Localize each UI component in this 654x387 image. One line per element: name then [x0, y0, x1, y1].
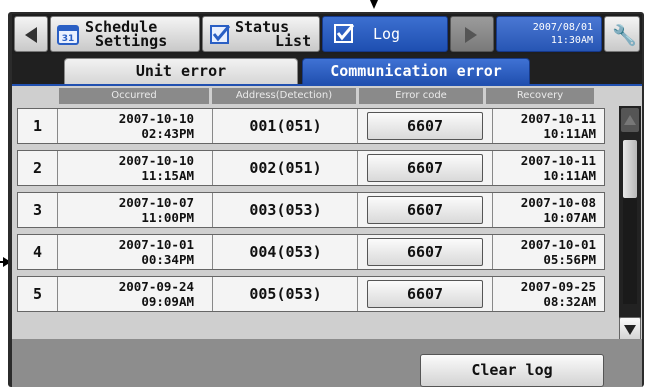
wrench-icon: 🔧 [612, 23, 637, 47]
log-label: Log [373, 25, 401, 43]
recovery-cell: 2007-10-01 05:56PM [520, 237, 596, 267]
row-number: 1 [18, 109, 58, 143]
scroll-up-button[interactable] [621, 108, 639, 132]
status-label-line2: List [275, 32, 312, 50]
error-code-button[interactable]: 6607 [367, 196, 483, 224]
up-arrow-icon [624, 115, 636, 125]
table-row: 3 2007-10-07 11:00PM 003(053) 6607 2007-1… [17, 192, 605, 228]
occurred-cell: 2007-09-24 09:09AM [59, 277, 213, 311]
error-code-button[interactable]: 6607 [367, 280, 483, 308]
schedule-settings-button[interactable]: 31 Schedule Settings [50, 16, 200, 52]
pointer-arrow-top [370, 0, 378, 9]
row-number: 2 [18, 151, 58, 185]
header-occurred: Occurred [59, 88, 209, 104]
maintenance-button[interactable]: 🔧 [604, 16, 640, 52]
recovery-cell: 2007-10-08 10:07AM [520, 195, 596, 225]
forward-button[interactable] [450, 16, 494, 52]
time-text: 11:30AM [550, 35, 593, 46]
date-time-display: 2007/08/01 11:30AM [496, 16, 602, 52]
row-number: 4 [18, 235, 58, 269]
checklist-icon [210, 25, 231, 44]
scroll-thumb[interactable] [623, 140, 637, 198]
address-cell: 004(053) [214, 235, 358, 269]
row-number: 3 [18, 193, 58, 227]
error-code-cell: 6607 [359, 193, 493, 227]
error-code-cell: 6607 [359, 151, 493, 185]
schedule-label-line2: Settings [95, 32, 168, 50]
table-row: 4 2007-10-01 00:34PM 004(053) 6607 2007-1… [17, 234, 605, 270]
error-code-button[interactable]: 6607 [367, 112, 483, 140]
log-button[interactable]: Log [322, 16, 448, 52]
scrollbar[interactable] [619, 106, 641, 343]
header-error-code: Error code [359, 88, 483, 104]
log-icon [334, 24, 355, 43]
error-code-cell: 6607 [359, 277, 493, 311]
occurred-cell: 2007-10-07 11:00PM [59, 193, 213, 227]
tab-communication-error[interactable]: Communication error [302, 58, 530, 84]
recovery-cell: 2007-10-11 10:11AM [520, 153, 596, 183]
table-row: 2 2007-10-10 11:15AM 002(051) 6607 2007-1… [17, 150, 605, 186]
error-code-button[interactable]: 6607 [367, 154, 483, 182]
error-code-cell: 6607 [359, 109, 493, 143]
down-arrow-icon [624, 325, 636, 335]
occurred-cell: 2007-10-10 02:43PM [59, 109, 213, 143]
header-recovery: Recovery [486, 88, 594, 104]
address-cell: 001(051) [214, 109, 358, 143]
row-number: 5 [18, 277, 58, 311]
address-cell: 003(053) [214, 193, 358, 227]
status-list-button[interactable]: Status List [202, 16, 320, 52]
top-nav-bar: 31 Schedule Settings Status List Log 200… [12, 14, 642, 54]
table-row: 1 2007-10-10 02:43PM 001(051) 6607 2007-1… [17, 108, 605, 144]
error-code-button[interactable]: 6607 [367, 238, 483, 266]
address-cell: 002(051) [214, 151, 358, 185]
recovery-cell: 2007-10-11 10:11AM [520, 111, 596, 141]
error-code-cell: 6607 [359, 235, 493, 269]
recovery-cell: 2007-09-25 08:32AM [520, 279, 596, 309]
clear-log-button[interactable]: Clear log [420, 354, 604, 387]
right-arrow-icon [465, 27, 477, 43]
calendar-icon: 31 [57, 25, 79, 45]
svg-text:31: 31 [62, 34, 75, 44]
back-button[interactable] [14, 16, 48, 52]
left-arrow-icon [25, 27, 37, 43]
tab-unit-error[interactable]: Unit error [64, 58, 298, 84]
occurred-cell: 2007-10-01 00:34PM [59, 235, 213, 269]
occurred-cell: 2007-10-10 11:15AM [59, 151, 213, 185]
footer-bar: Clear log [12, 339, 642, 387]
tab-bar: Unit error Communication error [12, 54, 642, 84]
header-address: Address(Detection) [212, 88, 356, 104]
error-log-panel: Occurred Address(Detection) Error code R… [12, 84, 642, 343]
address-cell: 005(053) [214, 277, 358, 311]
date-text: 2007/08/01 [532, 22, 593, 33]
table-row: 5 2007-09-24 09:09AM 005(053) 6607 2007-0… [17, 276, 605, 312]
